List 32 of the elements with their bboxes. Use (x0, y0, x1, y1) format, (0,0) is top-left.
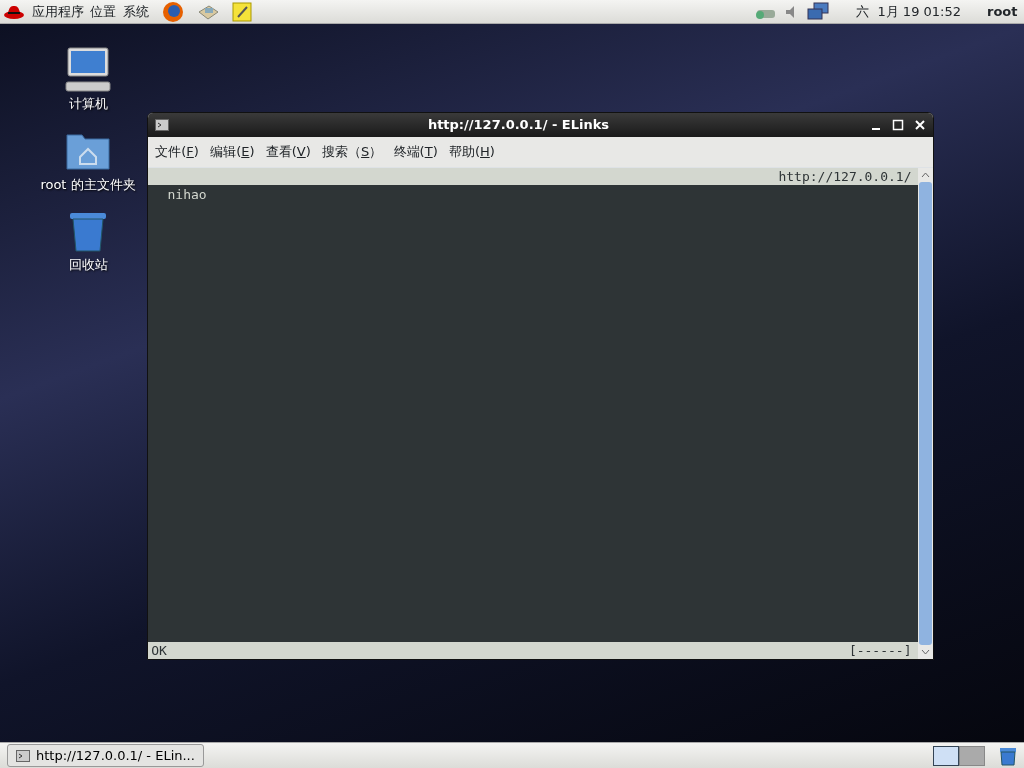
menu-item[interactable]: 终端(T) (389, 140, 442, 164)
icon-label[interactable]: root 的主文件夹 (40, 174, 136, 194)
page-url: http://127.0.0.1/ (778, 168, 912, 185)
menu-item[interactable]: 搜索（S） (318, 140, 387, 164)
scrollbar-thumb[interactable] (919, 182, 932, 645)
close-icon[interactable] (912, 118, 927, 132)
note-pencil-icon[interactable] (231, 1, 252, 22)
computer-icon[interactable] (64, 46, 112, 94)
maximize-icon[interactable] (890, 118, 905, 132)
icon-label[interactable]: 回收站 (68, 255, 108, 275)
menu-item[interactable]: 文件(F) (151, 140, 203, 164)
applications-menu[interactable]: 应用程序 (31, 1, 84, 22)
panel-menu[interactable]: 系统 (122, 1, 149, 22)
trash-icon[interactable] (997, 745, 1018, 766)
panel-menu[interactable]: 位置 (90, 1, 117, 22)
terminal-icon (15, 749, 30, 762)
terminal-icon[interactable] (154, 119, 169, 131)
status-text: OK (151, 642, 167, 659)
icon-label[interactable]: 计算机 (68, 94, 108, 114)
menu-item[interactable]: 帮助(H) (444, 140, 499, 164)
window-title: http://127.0.0.1/ - ELinks (426, 116, 611, 135)
progress-indicator: [------] (848, 642, 912, 659)
menu-item[interactable]: 查看(V) (261, 140, 315, 164)
page-text: nihao (167, 187, 207, 202)
globe-icon[interactable] (161, 0, 184, 23)
taskbar-button[interactable]: http://127.0.0.1/ - ELin... (6, 743, 204, 768)
workspace-switcher[interactable] (958, 745, 985, 766)
clock[interactable]: 六 1月 19 01:52 (856, 1, 961, 22)
workspace-switcher[interactable] (932, 745, 959, 766)
computers-icon[interactable] (806, 1, 831, 22)
user-name[interactable]: root (987, 1, 1018, 22)
menu-item[interactable]: 编辑(E) (206, 140, 259, 164)
